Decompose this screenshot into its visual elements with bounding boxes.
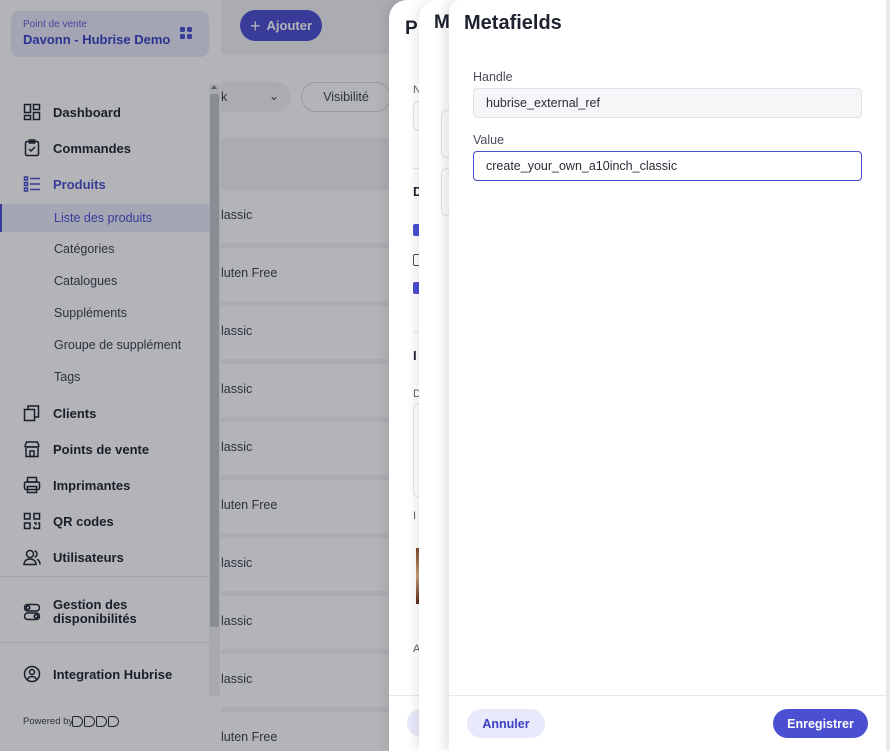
metafields-list-title: M (434, 12, 450, 33)
product-panel-title: P (405, 18, 418, 39)
field-label: I (413, 510, 417, 522)
window-edge (886, 0, 890, 751)
metafield-edit-panel: Metafields Handle hubrise_external_ref V… (449, 0, 890, 751)
section-heading: I (413, 348, 417, 363)
panel-title: Metafields (464, 12, 562, 34)
value-input[interactable] (473, 151, 862, 181)
handle-field[interactable]: hubrise_external_ref (473, 88, 862, 118)
handle-label: Handle (473, 70, 513, 84)
value-label: Value (473, 133, 505, 147)
panel-footer: Annuler Enregistrer (449, 695, 890, 751)
save-button[interactable]: Enregistrer (773, 709, 868, 738)
cancel-button[interactable]: Annuler (467, 709, 545, 738)
